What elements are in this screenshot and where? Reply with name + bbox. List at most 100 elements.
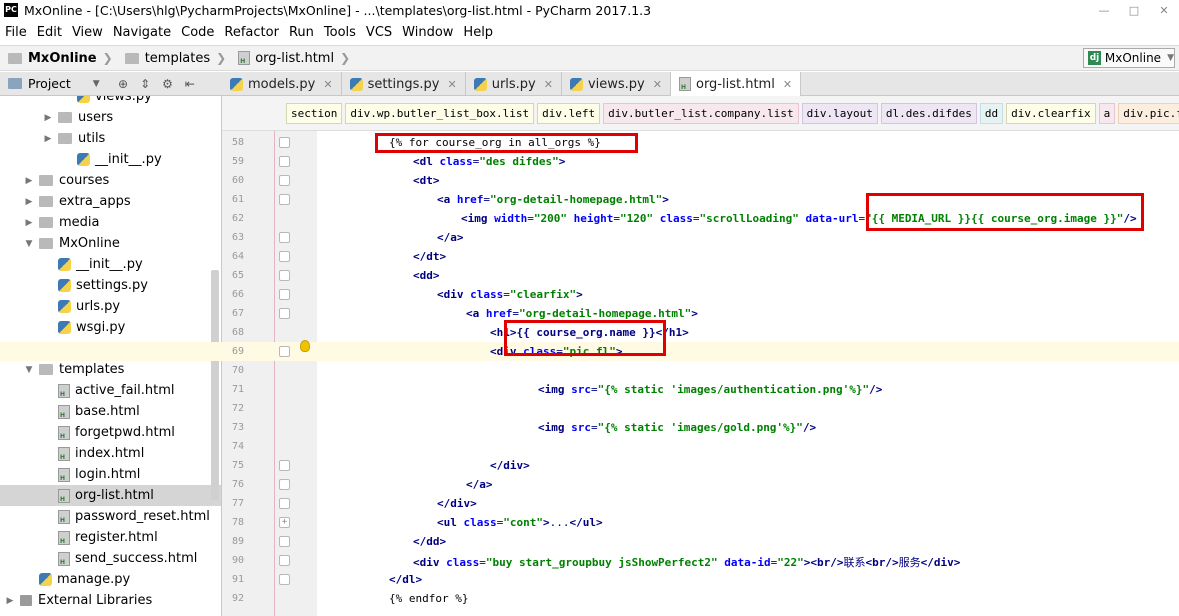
fold-marker-icon[interactable] bbox=[279, 270, 290, 281]
python-file-icon bbox=[77, 96, 90, 103]
fold-marker-icon[interactable] bbox=[279, 308, 290, 319]
fold-marker-icon[interactable] bbox=[279, 251, 290, 262]
fold-marker-icon[interactable] bbox=[279, 156, 290, 167]
project-tree-item[interactable]: ▶ users bbox=[0, 107, 221, 128]
menu-help[interactable]: Help bbox=[458, 25, 498, 40]
nav-crumb-label: MxOnline bbox=[28, 50, 97, 66]
close-icon[interactable]: ✕ bbox=[1149, 0, 1179, 20]
code-line[interactable]: 60 <dt> bbox=[0, 171, 1179, 190]
menu-edit[interactable]: Edit bbox=[32, 25, 67, 40]
code-line[interactable]: 74 bbox=[0, 437, 1179, 456]
code-text: </a> bbox=[437, 231, 464, 244]
minimize-icon[interactable]: — bbox=[1089, 0, 1119, 20]
tag-breadcrumb[interactable]: div.clearfix bbox=[1006, 102, 1096, 124]
fold-marker-icon[interactable] bbox=[279, 536, 290, 547]
menu-window[interactable]: Window bbox=[397, 25, 458, 40]
code-line[interactable]: 62 <img width="200" height="120" class="s… bbox=[0, 209, 1179, 228]
project-tree-item[interactable]: views.py bbox=[0, 96, 221, 107]
editor-tab[interactable]: settings.py ✕ bbox=[342, 72, 466, 96]
hide-panel-icon[interactable]: ⇤ bbox=[185, 77, 195, 91]
lightbulb-icon[interactable] bbox=[300, 340, 310, 352]
code-line[interactable]: 77 </div> bbox=[0, 494, 1179, 513]
fold-marker-icon[interactable] bbox=[279, 194, 290, 205]
code-line[interactable]: 73 <img src="{% static 'images/gold.png'%… bbox=[0, 418, 1179, 437]
fold-marker-icon[interactable] bbox=[279, 232, 290, 243]
nav-crumb-file[interactable]: H org-list.html ❯ bbox=[230, 51, 354, 66]
editor-tab[interactable]: Horg-list.html ✕ bbox=[670, 72, 802, 96]
nav-crumb-templates[interactable]: templates ❯ bbox=[117, 51, 231, 66]
menu-refactor[interactable]: Refactor bbox=[219, 25, 284, 40]
code-line[interactable]: 91 </dl> bbox=[0, 570, 1179, 589]
code-line[interactable]: 58 {% for course_org in all_orgs %} bbox=[0, 133, 1179, 152]
menu-vcs[interactable]: VCS bbox=[361, 25, 397, 40]
window-title-bar: PC MxOnline - [C:\Users\hlg\PycharmProje… bbox=[0, 0, 1179, 20]
collapsed-arrow-icon[interactable]: ▶ bbox=[42, 113, 54, 123]
project-view-selector[interactable]: Project ▼ bbox=[0, 76, 110, 91]
line-number: 77 bbox=[231, 498, 244, 509]
code-line[interactable]: 78 + <ul class="cont">...</ul> bbox=[0, 513, 1179, 532]
collapse-all-icon[interactable]: ⇕ bbox=[140, 77, 150, 91]
code-line[interactable]: 71 <img src="{% static 'images/authentica… bbox=[0, 380, 1179, 399]
tag-breadcrumb[interactable]: dd bbox=[979, 102, 1004, 124]
code-line[interactable]: 64 </dt> bbox=[0, 247, 1179, 266]
code-line[interactable]: 65 <dd> bbox=[0, 266, 1179, 285]
code-line[interactable]: 76 </a> bbox=[0, 475, 1179, 494]
menu-view[interactable]: View bbox=[67, 25, 108, 40]
code-line[interactable]: 68 <h1>{{ course_org.name }}</h1> bbox=[0, 323, 1179, 342]
close-tab-icon[interactable]: ✕ bbox=[544, 78, 553, 91]
code-line[interactable]: 72 bbox=[0, 399, 1179, 418]
run-configuration-select[interactable]: dj MxOnline ▼ bbox=[1083, 48, 1175, 68]
editor-tab-label: views.py bbox=[587, 76, 645, 92]
gear-icon[interactable]: ⚙ bbox=[162, 77, 173, 91]
tag-breadcrumb[interactable]: a bbox=[1098, 102, 1116, 124]
expand-fold-icon[interactable]: + bbox=[279, 517, 290, 528]
code-line[interactable]: 92 {% endfor %} bbox=[0, 589, 1179, 608]
code-line[interactable]: 59 <dl class="des difdes"> bbox=[0, 152, 1179, 171]
fold-marker-icon[interactable] bbox=[279, 574, 290, 585]
tag-breadcrumb[interactable]: div.wp.butler_list_box.list bbox=[345, 102, 535, 124]
editor-tab[interactable]: models.py ✕ bbox=[222, 72, 342, 96]
maximize-icon[interactable]: □ bbox=[1119, 0, 1149, 20]
close-tab-icon[interactable]: ✕ bbox=[447, 78, 456, 91]
run-config-label: MxOnline bbox=[1104, 51, 1162, 65]
code-line[interactable]: 61 <a href="org-detail-homepage.html"> bbox=[0, 190, 1179, 209]
editor-tab-label: org-list.html bbox=[695, 76, 775, 92]
code-line[interactable]: 75 </div> bbox=[0, 456, 1179, 475]
tag-breadcrumb[interactable]: div.layout bbox=[801, 102, 878, 124]
editor-tab[interactable]: views.py ✕ bbox=[562, 72, 671, 96]
fold-marker-icon[interactable] bbox=[279, 289, 290, 300]
menu-run[interactable]: Run bbox=[284, 25, 319, 40]
menu-tools[interactable]: Tools bbox=[319, 25, 361, 40]
locate-file-icon[interactable]: ⊕ bbox=[118, 77, 128, 91]
tag-breadcrumb[interactable]: section bbox=[286, 102, 343, 124]
code-line[interactable]: 70 bbox=[0, 361, 1179, 380]
close-tab-icon[interactable]: ✕ bbox=[653, 78, 662, 91]
fold-marker-icon[interactable] bbox=[279, 555, 290, 566]
code-line[interactable]: 90 <div class="buy start_groupbuy jsShowP… bbox=[0, 551, 1179, 570]
tag-breadcrumb[interactable]: div.pic.fl bbox=[1118, 102, 1179, 124]
menu-navigate[interactable]: Navigate bbox=[108, 25, 176, 40]
editor-tab[interactable]: urls.py ✕ bbox=[466, 72, 562, 96]
nav-crumb-project[interactable]: MxOnline ❯ bbox=[0, 51, 117, 66]
chevron-down-icon: ▼ bbox=[92, 78, 100, 89]
tag-breadcrumb[interactable]: div.butler_list.company.list bbox=[603, 102, 799, 124]
fold-marker-icon[interactable] bbox=[279, 175, 290, 186]
fold-marker-icon[interactable] bbox=[279, 479, 290, 490]
editor-tabs: models.py ✕ settings.py ✕ urls.py ✕ views.py ✕ H… bbox=[222, 72, 1179, 96]
close-tab-icon[interactable]: ✕ bbox=[323, 78, 332, 91]
fold-marker-icon[interactable] bbox=[279, 137, 290, 148]
menu-code[interactable]: Code bbox=[176, 25, 219, 40]
line-number: 58 bbox=[231, 137, 244, 148]
fold-marker-icon[interactable] bbox=[279, 460, 290, 471]
fold-marker-icon[interactable] bbox=[279, 498, 290, 509]
close-tab-icon[interactable]: ✕ bbox=[783, 78, 792, 91]
code-line[interactable]: 63 </a> bbox=[0, 228, 1179, 247]
code-line[interactable]: 89 </dd> bbox=[0, 532, 1179, 551]
tag-breadcrumb[interactable]: dl.des.difdes bbox=[880, 102, 977, 124]
code-line[interactable]: 66 <div class="clearfix"> bbox=[0, 285, 1179, 304]
code-line[interactable]: 69 <div class="pic fl"> bbox=[0, 342, 1179, 361]
fold-marker-icon[interactable] bbox=[279, 346, 290, 357]
menu-file[interactable]: File bbox=[0, 25, 32, 40]
tag-breadcrumb[interactable]: div.left bbox=[537, 102, 601, 124]
code-line[interactable]: 67 <a href="org-detail-homepage.html"> bbox=[0, 304, 1179, 323]
